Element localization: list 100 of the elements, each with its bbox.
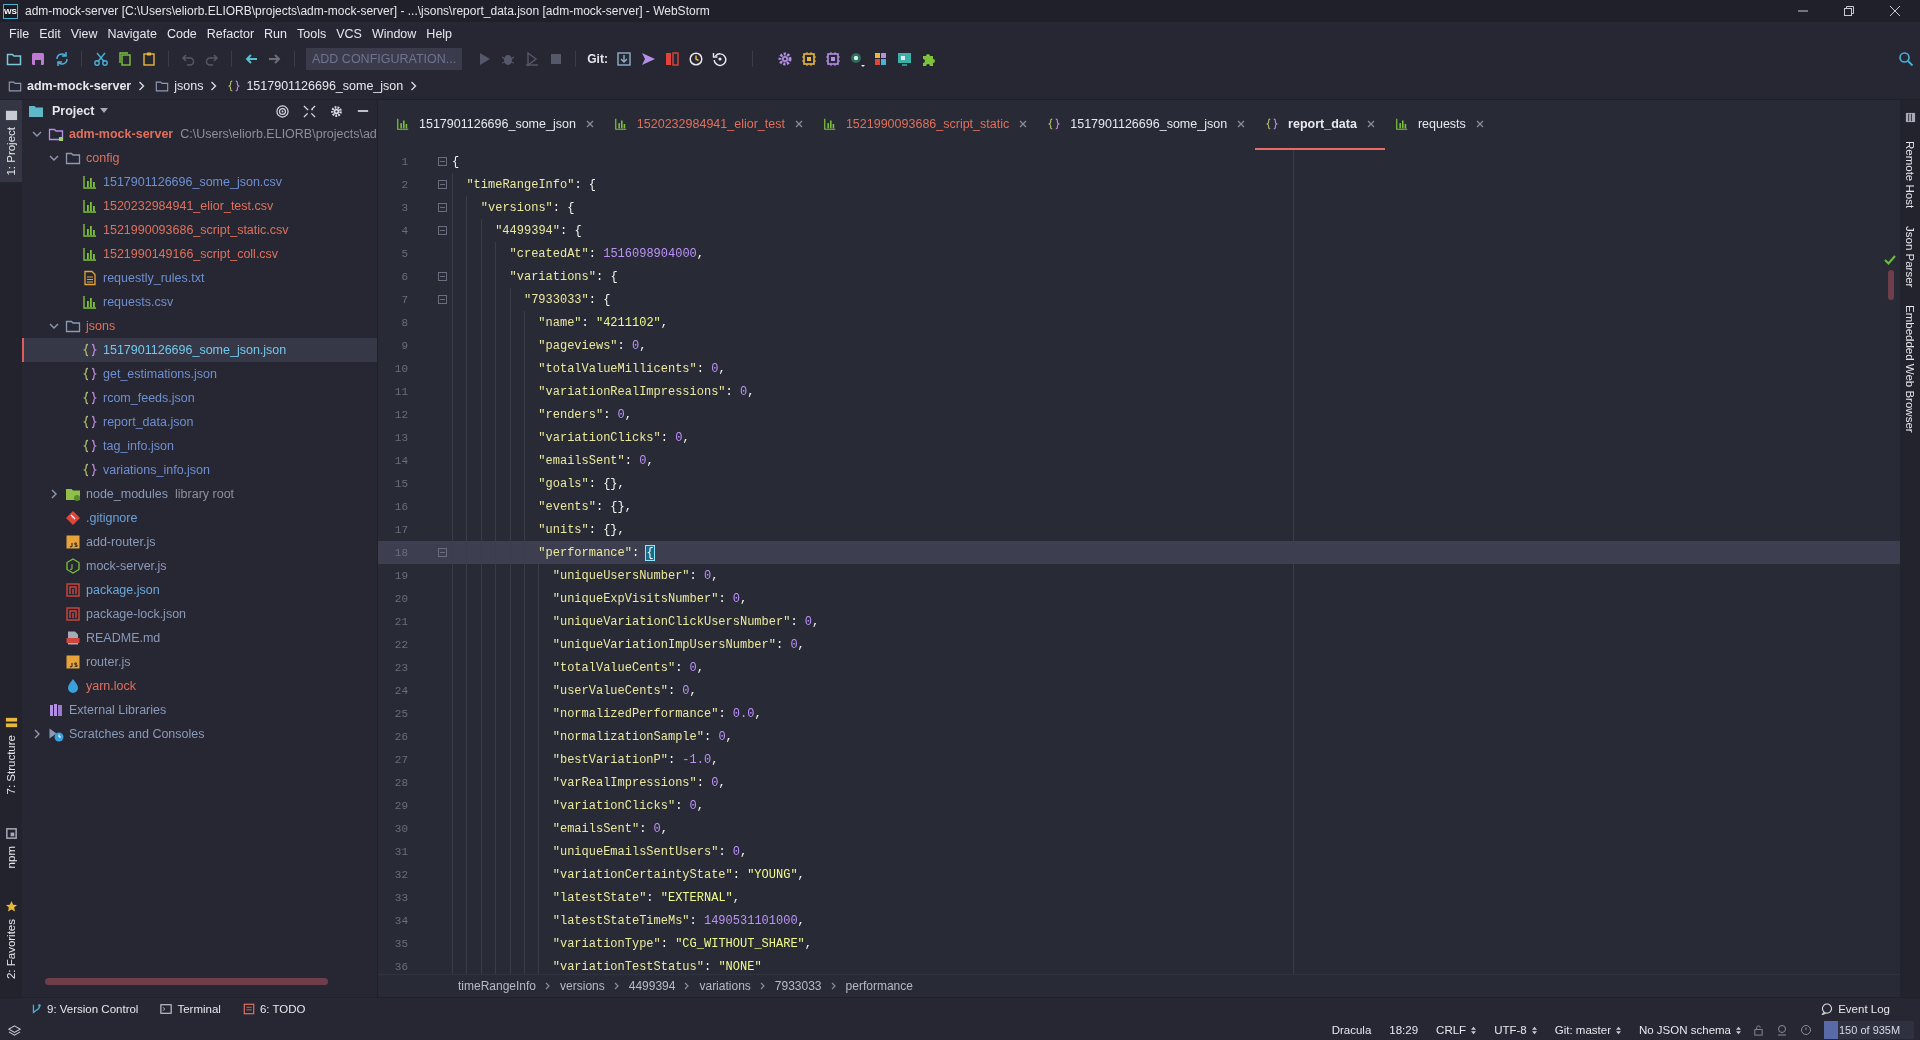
close-icon[interactable] — [1366, 120, 1375, 128]
menu-item[interactable]: Window — [366, 26, 422, 41]
status-item[interactable]: CRLF — [1436, 1024, 1477, 1036]
breadcrumb-item[interactable]: 7933033 — [774, 979, 822, 993]
tree-item[interactable]: 1517901126696_some_json.csv — [22, 170, 377, 194]
tool-window-tab[interactable]: npm — [0, 818, 22, 874]
breadcrumb-item[interactable]: 4499394 — [628, 979, 676, 993]
tree-item[interactable]: get_estimations.json — [22, 362, 377, 386]
copy-icon[interactable] — [117, 50, 133, 67]
tree-item[interactable]: node_modules library root — [22, 482, 377, 506]
settings-icon[interactable] — [776, 50, 793, 67]
lock-icon[interactable] — [1753, 1024, 1764, 1036]
tool-window-tab[interactable]: Embedded Web Browser — [1900, 305, 1920, 434]
close-icon[interactable] — [585, 120, 594, 128]
close-icon[interactable] — [794, 120, 803, 128]
menu-item[interactable]: Navigate — [102, 26, 162, 41]
status-item[interactable]: No JSON schema — [1638, 1024, 1741, 1036]
tree-item[interactable]: tag_info.json — [22, 434, 377, 458]
layers-icon[interactable] — [8, 1023, 21, 1037]
tool-window-tab[interactable]: Json Parser — [1900, 226, 1920, 288]
status-item[interactable]: Dracula — [1331, 1024, 1372, 1036]
breadcrumb-item[interactable]: timeRangeInfo — [458, 979, 537, 993]
tree-item[interactable]: External Libraries — [22, 698, 377, 722]
memory-indicator[interactable]: 150 of 935M — [1824, 1021, 1914, 1039]
tree-item[interactable]: Scratches and Consoles — [22, 722, 377, 746]
inspector-icon[interactable] — [1776, 1024, 1788, 1036]
project-view-dropdown[interactable]: Project — [52, 104, 95, 118]
breadcrumb-item[interactable]: versions — [560, 979, 605, 993]
menu-item[interactable]: Edit — [34, 26, 66, 41]
editor-tab[interactable]: 1521990093686_script_static — [812, 100, 1038, 150]
fold-icon[interactable] — [438, 157, 447, 166]
editor-tab[interactable]: 1520232984941_elior_test — [603, 100, 813, 150]
fold-icon[interactable] — [438, 295, 447, 304]
menu-item[interactable]: File — [4, 26, 35, 41]
cut-icon[interactable] — [93, 50, 109, 67]
menu-item[interactable]: VCS — [331, 26, 367, 41]
sync-icon[interactable] — [54, 50, 70, 67]
close-icon[interactable] — [1237, 120, 1246, 128]
fold-icon[interactable] — [438, 180, 447, 189]
tree-item[interactable]: add-router.js — [22, 530, 377, 554]
target-icon[interactable] — [276, 104, 289, 118]
tool-window-tab[interactable]: Terminal — [160, 1003, 221, 1015]
tree-item[interactable]: config — [22, 146, 377, 170]
chip-icon[interactable] — [824, 50, 841, 67]
record-icon[interactable] — [848, 50, 865, 67]
close-icon[interactable] — [1890, 6, 1900, 16]
tree-item[interactable]: variations_info.json — [22, 458, 377, 482]
editor-tab[interactable]: requests — [1384, 100, 1494, 150]
settings-icon[interactable] — [330, 104, 343, 118]
caret-icon[interactable] — [100, 108, 109, 114]
restore-icon[interactable] — [1844, 6, 1854, 16]
tree-item[interactable]: mock-server.js — [22, 554, 377, 578]
tool-window-tab[interactable]: 6: TODO — [242, 1003, 306, 1015]
menu-item[interactable]: Help — [421, 26, 458, 41]
tree-item[interactable]: router.js — [22, 650, 377, 674]
breadcrumb-item[interactable]: performance — [845, 979, 913, 993]
tree-item[interactable]: requestly_rules.txt — [22, 266, 377, 290]
tree-item[interactable]: jsons — [22, 314, 377, 338]
tree-item[interactable]: 1521990149166_script_coll.csv — [22, 242, 377, 266]
layout-icon[interactable] — [872, 50, 889, 67]
tree-item[interactable]: 1517901126696_some_json.json — [22, 338, 377, 362]
tree-item[interactable]: package.json — [22, 578, 377, 602]
history-icon[interactable] — [687, 50, 704, 67]
tree-item[interactable]: rcom_feeds.json — [22, 386, 377, 410]
tree-item[interactable]: requests.csv — [22, 290, 377, 314]
save-icon[interactable] — [30, 50, 46, 67]
tree-item[interactable]: yarn.lock — [22, 674, 377, 698]
event-icon[interactable] — [1800, 1024, 1812, 1036]
monitor-icon[interactable] — [896, 50, 913, 67]
tool-window-tab[interactable]: 9: Version Control — [30, 1003, 139, 1015]
collapse-icon[interactable] — [303, 104, 316, 118]
scrollbar[interactable] — [45, 978, 328, 985]
tree-item[interactable]: 1520232984941_elior_test.csv — [22, 194, 377, 218]
editor-tab[interactable]: 1517901126696_some_json — [386, 100, 604, 150]
fold-icon[interactable] — [438, 226, 447, 235]
editor-tab[interactable]: 1517901126696_some_json — [1037, 100, 1256, 150]
menu-item[interactable]: Code — [161, 26, 202, 41]
scrollbar[interactable] — [1888, 270, 1894, 300]
update-icon[interactable] — [615, 50, 632, 67]
tree-item[interactable]: package-lock.json — [22, 602, 377, 626]
tree-item[interactable]: .gitignore — [22, 506, 377, 530]
revert-icon[interactable] — [711, 50, 728, 67]
tree-item[interactable]: report_data.json — [22, 410, 377, 434]
tree-item[interactable]: 1521990093686_script_static.csv — [22, 218, 377, 242]
status-item[interactable]: 18:29 — [1389, 1024, 1419, 1036]
send-icon[interactable] — [639, 50, 656, 67]
chip-icon[interactable] — [800, 50, 817, 67]
breadcrumb-item[interactable]: 1517901126696_some_json — [246, 78, 404, 93]
tool-window-tab[interactable]: Remote Host — [1900, 141, 1920, 209]
close-icon[interactable] — [1019, 120, 1028, 128]
status-item[interactable]: UTF-8 — [1494, 1024, 1537, 1036]
tree-item[interactable]: README.md — [22, 626, 377, 650]
fold-icon[interactable] — [438, 272, 447, 281]
breadcrumb-item[interactable]: adm-mock-server — [27, 78, 132, 93]
tool-window-tab[interactable]: 2: Favorites — [0, 891, 22, 985]
menu-item[interactable]: Tools — [292, 26, 332, 41]
breadcrumb-item[interactable]: jsons — [174, 78, 204, 93]
paste-icon[interactable] — [141, 50, 157, 67]
tool-window-tab[interactable]: 7: Structure — [0, 708, 22, 801]
close-icon[interactable] — [1475, 120, 1484, 128]
